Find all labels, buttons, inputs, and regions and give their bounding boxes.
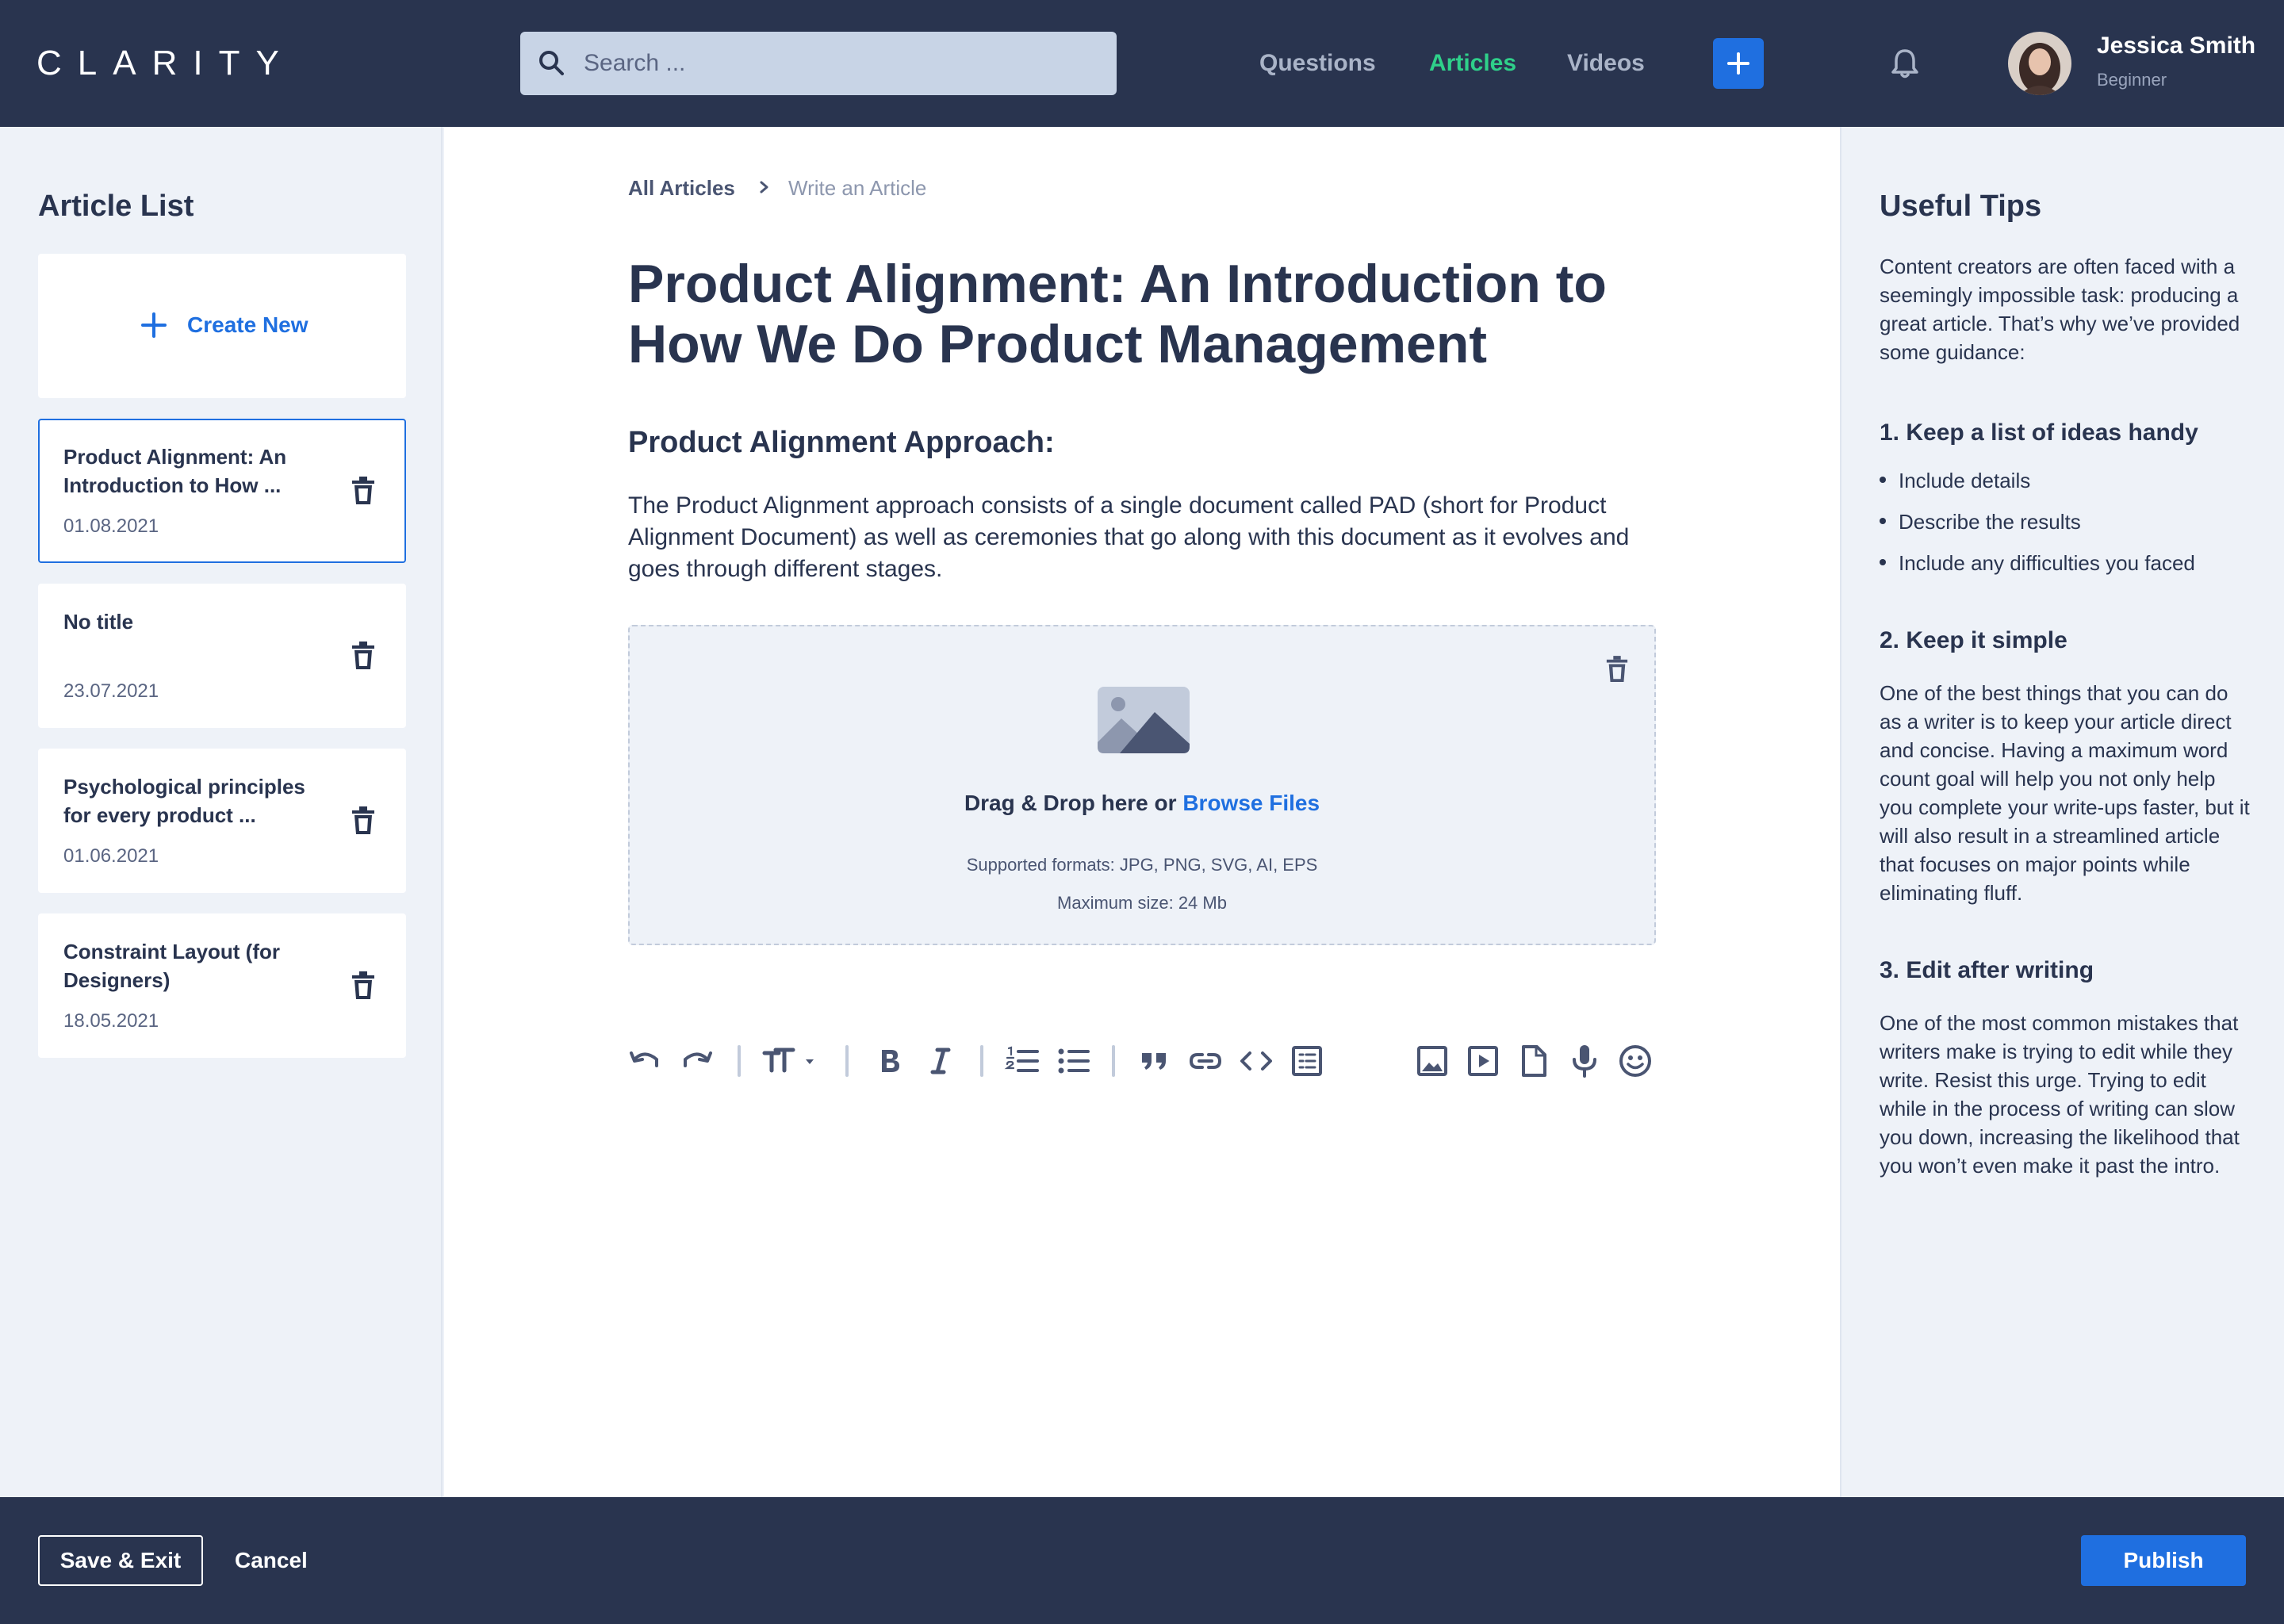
italic-icon[interactable] [922, 1042, 960, 1080]
quote-icon[interactable] [1136, 1042, 1174, 1080]
cancel-button[interactable]: Cancel [235, 1535, 308, 1586]
toolbar-divider [1112, 1045, 1115, 1077]
add-content-button[interactable] [1713, 38, 1764, 89]
create-new-button[interactable]: Create New [38, 254, 406, 398]
toolbar-divider [845, 1045, 849, 1077]
user-role: Beginner [2097, 70, 2167, 90]
bold-icon[interactable] [871, 1042, 909, 1080]
browse-files-link[interactable]: Browse Files [1182, 791, 1320, 815]
numbered-list-icon[interactable] [1004, 1042, 1042, 1080]
article-card[interactable]: Psychological principles for every produ… [38, 749, 406, 893]
redo-icon[interactable] [677, 1042, 715, 1080]
tip-heading: 3. Edit after writing [1880, 957, 2094, 983]
useful-tips-panel: Useful Tips Content creators are often f… [1840, 127, 2284, 1497]
microphone-icon[interactable] [1565, 1042, 1604, 1080]
tip-paragraph: One of the best things that you can do a… [1880, 681, 2250, 905]
dropzone-prompt-line: Drag & Drop here or Browse Files [630, 788, 1654, 818]
article-list-panel: Article List Create New Product Alignmen… [0, 127, 443, 1497]
useful-tips-title: Useful Tips [1880, 190, 2042, 223]
clarity-logo[interactable]: CLARITY [36, 41, 295, 86]
trash-icon[interactable] [351, 806, 376, 836]
notification-bell-icon[interactable] [1891, 48, 1919, 79]
text-size-icon[interactable] [761, 1042, 818, 1080]
bottom-action-bar: Save & Exit Cancel Publish [0, 1497, 2284, 1624]
image-placeholder-icon [1098, 687, 1190, 753]
user-avatar[interactable] [2008, 32, 2071, 95]
user-name[interactable]: Jessica Smith [2097, 32, 2255, 60]
article-editor: All Articles Write an Article Product Al… [444, 127, 1840, 1497]
article-card-title: No title [63, 610, 134, 634]
supported-formats: Supported formats: JPG, PNG, SVG, AI, EP… [966, 855, 1318, 875]
article-card[interactable]: Constraint Layout (for Designers) 18.05.… [38, 914, 406, 1058]
nav-videos[interactable]: Videos [1567, 48, 1645, 79]
article-card-date: 18.05.2021 [63, 1010, 159, 1032]
article-paragraph[interactable]: The Product Alignment approach consists … [628, 490, 1659, 585]
nav-articles[interactable]: Articles [1429, 48, 1516, 79]
tip-list-item: Describe the results [1880, 508, 2081, 536]
image-dropzone[interactable]: Drag & Drop here or Browse Files Support… [628, 625, 1656, 945]
publish-button[interactable]: Publish [2081, 1535, 2246, 1586]
article-card-date: 01.06.2021 [63, 845, 159, 867]
article-card-date: 23.07.2021 [63, 680, 159, 702]
article-card[interactable]: Product Alignment: An Introduction to Ho… [38, 419, 406, 563]
link-icon[interactable] [1186, 1042, 1224, 1080]
emoji-icon[interactable] [1616, 1042, 1654, 1080]
undo-icon[interactable] [627, 1042, 665, 1080]
article-card-title: Psychological principles for every produ… [63, 775, 305, 827]
search-box[interactable] [520, 32, 1117, 95]
dropzone-prompt: Drag & Drop here or [964, 791, 1177, 815]
save-exit-button[interactable]: Save & Exit [38, 1535, 203, 1586]
plus-icon [141, 312, 167, 338]
top-navigation-bar: CLARITY Questions Articles Videos Jessic… [0, 0, 2284, 127]
breadcrumb-current: Write an Article [788, 176, 927, 200]
tip-list-item: Include details [1880, 466, 2030, 495]
trash-icon[interactable] [1605, 655, 1629, 684]
bullet-list-icon[interactable] [1055, 1042, 1093, 1080]
article-card-title: Product Alignment: An Introduction to Ho… [63, 445, 287, 497]
file-icon[interactable] [1515, 1042, 1553, 1080]
image-icon[interactable] [1413, 1042, 1451, 1080]
tip-heading: 2. Keep it simple [1880, 627, 2067, 653]
tips-intro: Content creators are often faced with a … [1880, 255, 2240, 364]
maximum-size: Maximum size: 24 Mb [1057, 893, 1227, 913]
toolbar-divider [980, 1045, 983, 1077]
search-icon [539, 51, 564, 75]
article-title[interactable]: Product Alignment: An Introduction to Ho… [628, 254, 1675, 374]
section-heading[interactable]: Product Alignment Approach: [628, 423, 1055, 462]
trash-icon[interactable] [351, 476, 376, 506]
article-card[interactable]: No title 23.07.2021 [38, 584, 406, 728]
plus-icon [1727, 52, 1749, 75]
chevron-right-icon [760, 181, 768, 193]
table-icon[interactable] [1288, 1042, 1326, 1080]
trash-icon[interactable] [351, 641, 376, 671]
tip-heading: 1. Keep a list of ideas handy [1880, 419, 2198, 446]
tip-paragraph: One of the most common mistakes that wri… [1880, 1011, 2240, 1178]
video-icon[interactable] [1464, 1042, 1502, 1080]
code-icon[interactable] [1237, 1042, 1275, 1080]
article-list-title: Article List [38, 190, 194, 223]
create-new-label: Create New [187, 312, 308, 337]
article-card-date: 01.08.2021 [63, 515, 159, 537]
nav-questions[interactable]: Questions [1259, 48, 1376, 79]
search-input[interactable] [584, 32, 1091, 95]
tip-list-item: Include any difficulties you faced [1880, 549, 2195, 577]
toolbar-divider [738, 1045, 741, 1077]
trash-icon[interactable] [351, 971, 376, 1001]
breadcrumb-all-articles[interactable]: All Articles [628, 174, 735, 201]
article-card-title: Constraint Layout (for Designers) [63, 940, 280, 992]
